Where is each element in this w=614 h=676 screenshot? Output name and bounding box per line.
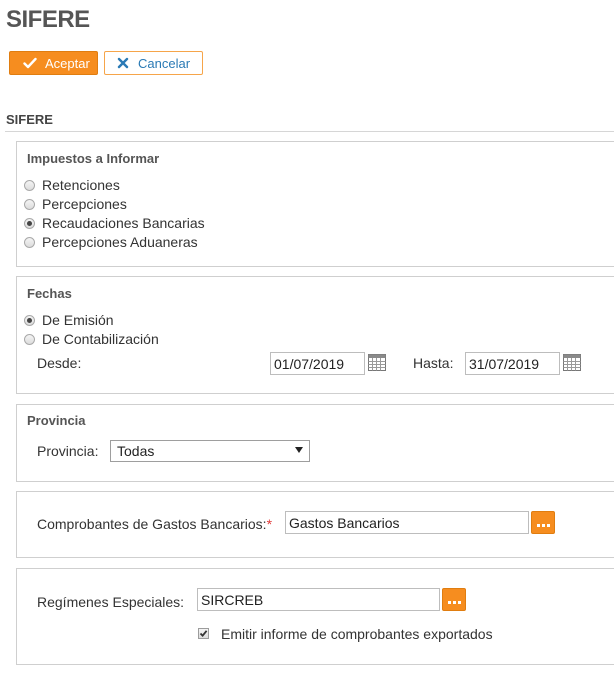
radio-label: Recaudaciones Bancarias	[42, 215, 205, 231]
radio-label: Percepciones	[42, 196, 127, 212]
radio-label: De Emisión	[42, 312, 114, 328]
ellipsis-icon	[448, 601, 461, 604]
hasta-date-input[interactable]	[465, 352, 560, 375]
cancel-button-label: Cancelar	[138, 55, 191, 71]
close-icon	[115, 55, 131, 71]
radio-label: Retenciones	[42, 177, 120, 193]
gastos-label-text: Comprobantes de Gastos Bancarios:	[37, 516, 267, 532]
fechas-panel: Fechas De Emisión De Contabilización Des…	[16, 276, 614, 394]
emitir-informe-label: Emitir informe de comprobantes exportado…	[221, 626, 493, 642]
emitir-informe-checkbox[interactable]	[198, 628, 209, 639]
radio-de-emision[interactable]: De Emisión	[24, 312, 114, 328]
chevron-down-icon	[295, 447, 303, 453]
regimenes-label: Regímenes Especiales:	[37, 594, 185, 610]
gastos-panel: Comprobantes de Gastos Bancarios:*	[16, 491, 614, 558]
page-title: SIFERE	[6, 6, 90, 33]
impuestos-panel: Impuestos a Informar Retenciones Percepc…	[16, 141, 614, 267]
check-icon	[22, 55, 38, 71]
provincia-selected-value: Todas	[117, 443, 155, 459]
radio-percepciones-aduaneras[interactable]: Percepciones Aduaneras	[24, 234, 198, 250]
accept-button[interactable]: Aceptar	[9, 51, 98, 75]
desde-label: Desde:	[37, 355, 82, 371]
fechas-title: Fechas	[27, 286, 72, 301]
regimenes-lookup-button[interactable]	[442, 588, 466, 611]
accept-button-label: Aceptar	[45, 55, 90, 71]
radio-recaudaciones-bancarias[interactable]: Recaudaciones Bancarias	[24, 215, 205, 231]
radio-button[interactable]	[24, 217, 35, 229]
impuestos-title: Impuestos a Informar	[27, 151, 160, 166]
radio-button[interactable]	[24, 198, 35, 210]
desde-date-input[interactable]	[270, 352, 365, 375]
section-divider	[5, 131, 614, 132]
radio-percepciones[interactable]: Percepciones	[24, 196, 127, 212]
gastos-input[interactable]	[285, 511, 529, 534]
radio-button[interactable]	[24, 314, 35, 326]
section-title: SIFERE	[6, 112, 53, 127]
radio-label: De Contabilización	[42, 331, 159, 347]
provincia-select[interactable]: Todas	[110, 440, 310, 462]
radio-button[interactable]	[24, 179, 35, 191]
gastos-lookup-button[interactable]	[531, 511, 555, 534]
radio-de-contabilizacion[interactable]: De Contabilización	[24, 331, 159, 347]
provincia-panel: Provincia Provincia: Todas	[16, 404, 614, 482]
provincia-label: Provincia:	[37, 443, 99, 459]
calendar-icon[interactable]	[368, 354, 386, 371]
required-mark: *	[266, 516, 273, 532]
cancel-button[interactable]: Cancelar	[104, 51, 203, 75]
provincia-title: Provincia	[27, 413, 86, 428]
ellipsis-icon	[537, 524, 550, 527]
radio-retenciones[interactable]: Retenciones	[24, 177, 120, 193]
calendar-icon[interactable]	[563, 354, 581, 371]
regimenes-panel: Regímenes Especiales: Emitir informe de …	[16, 568, 614, 665]
radio-label: Percepciones Aduaneras	[42, 234, 198, 250]
gastos-label: Comprobantes de Gastos Bancarios:*	[37, 516, 272, 532]
radio-button[interactable]	[24, 236, 35, 248]
regimenes-input[interactable]	[197, 588, 440, 611]
radio-button[interactable]	[24, 333, 35, 345]
hasta-label: Hasta:	[413, 355, 454, 371]
